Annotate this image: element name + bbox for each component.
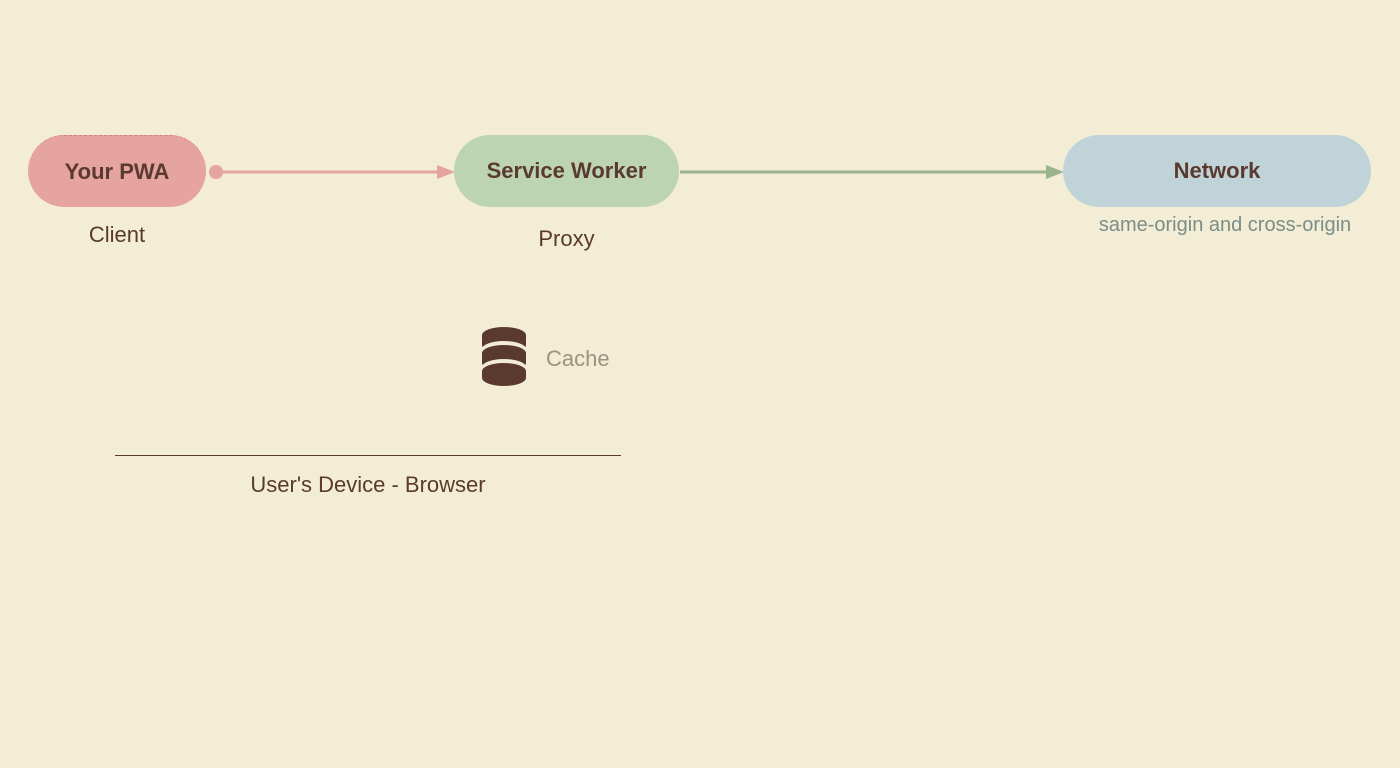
- pwa-service-worker-diagram: Your PWA Client Service Worker Proxy Net…: [0, 0, 1400, 768]
- node-pwa: Your PWA: [28, 135, 206, 207]
- cache-icon: [480, 326, 528, 386]
- arrow-sw-to-network: [680, 163, 1064, 181]
- node-pwa-label: Your PWA: [65, 159, 170, 185]
- device-divider: [115, 455, 621, 456]
- node-network-label: Network: [1174, 158, 1261, 184]
- node-sw-label: Service Worker: [487, 158, 647, 184]
- node-pwa-sublabel: Client: [28, 222, 206, 248]
- node-network-sublabel: same-origin and cross-origin: [1060, 214, 1390, 237]
- node-service-worker: Service Worker: [454, 135, 679, 207]
- arrow-pwa-to-sw: [207, 163, 455, 181]
- node-sw-sublabel: Proxy: [454, 226, 679, 252]
- cache-label: Cache: [546, 346, 610, 372]
- device-label: User's Device - Browser: [115, 472, 621, 498]
- node-network: Network: [1063, 135, 1371, 207]
